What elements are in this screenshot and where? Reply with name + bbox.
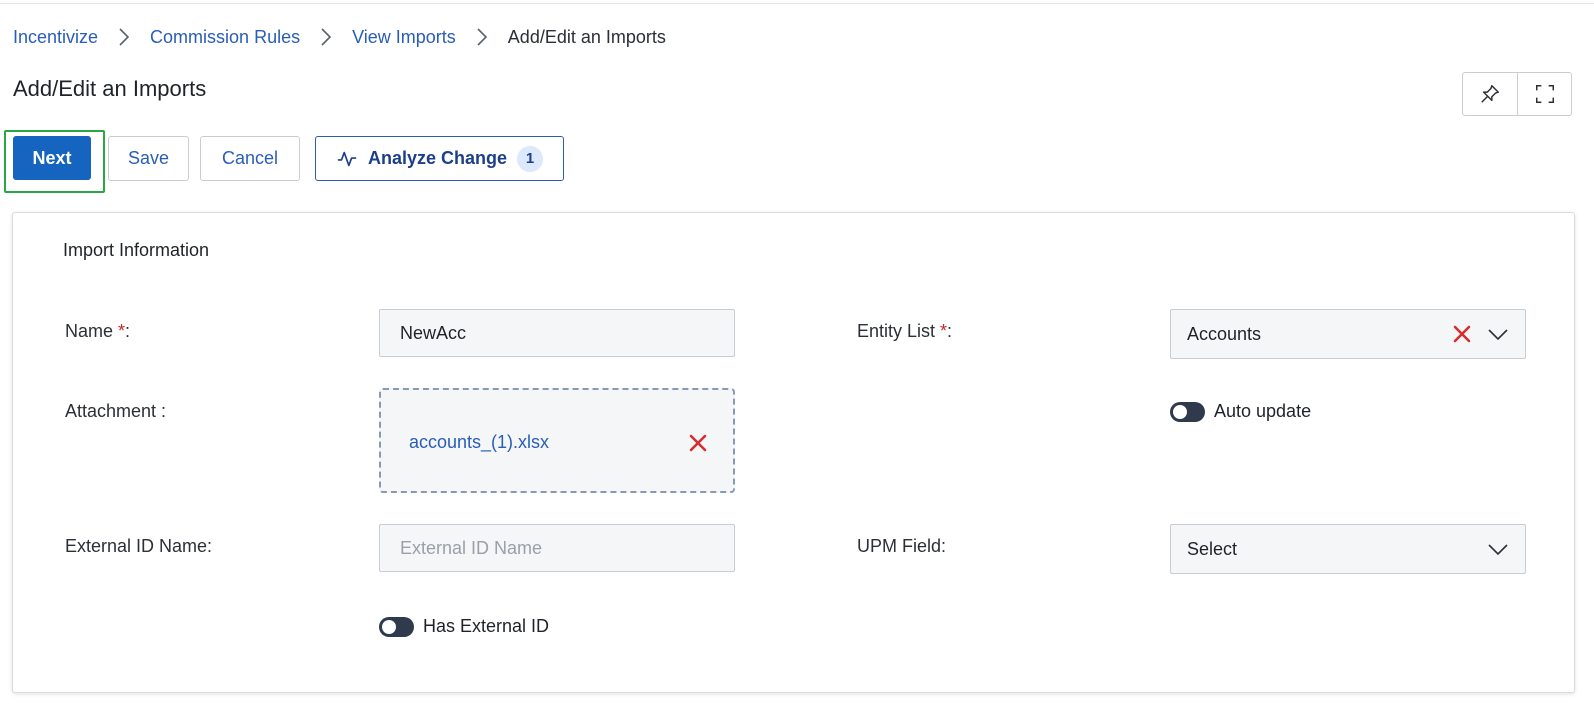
- cancel-button[interactable]: Cancel: [200, 136, 300, 181]
- auto-update-toggle[interactable]: [1170, 401, 1205, 422]
- name-label: Name *:: [65, 321, 131, 341]
- attachment-dropzone[interactable]: accounts_(1).xlsx: [379, 388, 735, 493]
- fullscreen-icon: [1535, 85, 1554, 103]
- top-divider: [0, 3, 1594, 4]
- has-external-id-label: Has External ID: [423, 616, 550, 636]
- entity-list-value: Accounts: [1187, 323, 1262, 344]
- analyze-change-button[interactable]: Analyze Change 1: [315, 136, 564, 181]
- clear-icon[interactable]: [1451, 323, 1473, 345]
- breadcrumb-current: Add/Edit an Imports: [507, 26, 666, 47]
- upm-field-label: UPM Field:: [857, 536, 947, 556]
- save-button[interactable]: Save: [108, 136, 189, 181]
- entity-list-label: Entity List *:: [857, 321, 953, 341]
- activity-icon: [337, 151, 357, 166]
- page-title: Add/Edit an Imports: [13, 76, 207, 101]
- entity-list-select[interactable]: Accounts: [1170, 309, 1526, 359]
- upm-field-value: Select: [1187, 538, 1238, 559]
- has-external-id-toggle[interactable]: [379, 616, 414, 637]
- auto-update-row: Auto update: [1170, 401, 1311, 422]
- required-mark: *: [118, 321, 126, 341]
- external-id-name-input[interactable]: [400, 537, 714, 559]
- attachment-file-link[interactable]: accounts_(1).xlsx: [409, 432, 549, 453]
- external-id-name-label: External ID Name:: [65, 536, 213, 556]
- required-mark: *: [940, 321, 948, 341]
- section-title: Import Information: [63, 240, 210, 260]
- pin-button[interactable]: [1463, 73, 1517, 115]
- analyze-count-badge: 1: [517, 145, 544, 172]
- upm-field-select[interactable]: Select: [1170, 524, 1526, 574]
- next-button[interactable]: Next: [13, 136, 91, 180]
- breadcrumb-incentivize[interactable]: Incentivize: [13, 27, 98, 48]
- breadcrumb-commission-rules[interactable]: Commission Rules: [150, 27, 300, 48]
- chevron-right-icon: [456, 28, 508, 46]
- fullscreen-button[interactable]: [1517, 73, 1571, 115]
- breadcrumb-view-imports[interactable]: View Imports: [352, 27, 456, 48]
- chevron-down-icon: [1488, 329, 1508, 341]
- breadcrumb: Incentivize Commission Rules View Import…: [13, 26, 666, 48]
- attachment-label: Attachment :: [65, 401, 167, 421]
- auto-update-label: Auto update: [1214, 401, 1312, 421]
- import-information-card: [12, 212, 1575, 693]
- chevron-right-icon: [98, 28, 150, 46]
- name-input[interactable]: NewAcc: [379, 309, 735, 357]
- chevron-right-icon: [300, 28, 352, 46]
- analyze-change-label: Analyze Change: [367, 148, 508, 168]
- header-icon-group: [1462, 72, 1572, 116]
- pin-icon: [1481, 85, 1499, 103]
- external-id-name-field[interactable]: [379, 524, 735, 572]
- name-input-value: NewAcc: [400, 322, 467, 343]
- chevron-down-icon: [1488, 544, 1508, 556]
- has-external-id-row: Has External ID: [379, 616, 549, 637]
- remove-attachment-icon[interactable]: [687, 432, 709, 454]
